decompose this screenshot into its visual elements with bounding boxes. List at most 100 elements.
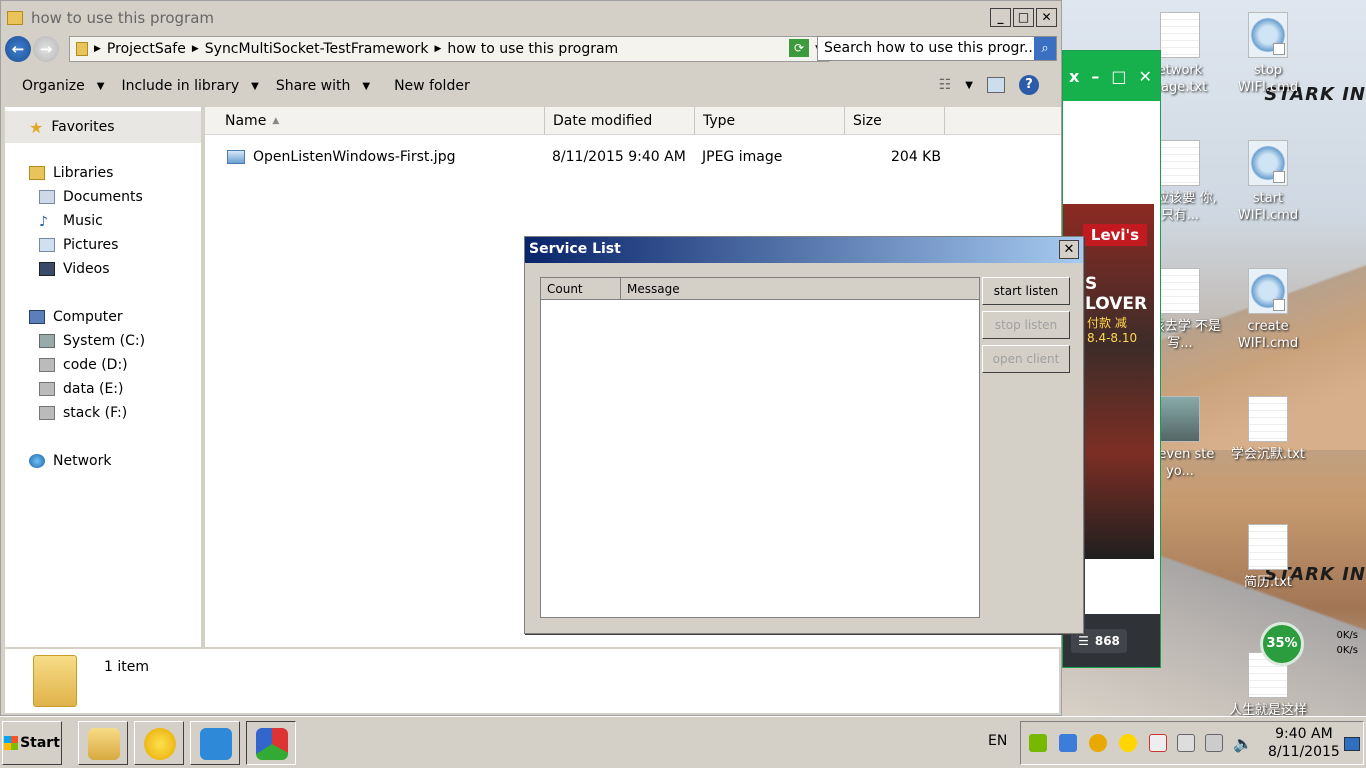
minimize-icon[interactable]: – xyxy=(1091,67,1099,86)
chevron-right-icon[interactable]: ▶ xyxy=(94,44,101,54)
forward-button[interactable]: → xyxy=(33,36,59,62)
view-options-icon[interactable]: ☷ xyxy=(939,77,952,93)
ad-brand: Levi's xyxy=(1083,224,1147,246)
show-desktop-icon[interactable] xyxy=(1344,737,1360,751)
nav-label: Libraries xyxy=(53,165,114,181)
share-with-button[interactable]: Share with ▼ xyxy=(276,78,370,94)
nav-drive-e[interactable]: data (E:) xyxy=(39,381,123,397)
qq-icon[interactable] xyxy=(1059,734,1077,752)
dialog-close-button[interactable]: ✕ xyxy=(1059,240,1079,259)
folder-icon xyxy=(76,42,88,56)
nav-label: stack (F:) xyxy=(63,405,128,421)
start-listen-button[interactable]: start listen xyxy=(982,277,1070,305)
clock-time: 9:40 AM xyxy=(1275,726,1333,742)
minimize-button[interactable]: _ xyxy=(990,8,1011,27)
taskbar-music-app[interactable] xyxy=(134,721,184,765)
nav-label: Pictures xyxy=(63,237,119,253)
back-button[interactable]: ← xyxy=(5,36,31,62)
command-bar: Organize ▼ Include in library ▼ Share with… xyxy=(5,69,1059,103)
nav-drive-f[interactable]: stack (F:) xyxy=(39,405,127,421)
libraries-icon xyxy=(29,166,45,180)
column-header-message[interactable]: Message xyxy=(621,278,979,300)
nav-network[interactable]: Network xyxy=(29,453,111,469)
maximize-icon[interactable]: □ xyxy=(1111,67,1126,86)
taskbar-mfc-app[interactable] xyxy=(246,721,296,765)
address-bar[interactable]: ▶ ProjectSafe ▶ SyncMultiSocket-TestFram… xyxy=(69,36,829,62)
navigation-pane: ★ Favorites Libraries Documents ♪ Music … xyxy=(5,107,201,647)
desktop-icon-start-wifi[interactable]: start WIFI.cmd xyxy=(1226,140,1310,224)
chevron-down-icon: ▼ xyxy=(362,80,371,92)
maximize-button[interactable]: □ xyxy=(1013,8,1034,27)
help-icon[interactable]: ? xyxy=(1019,75,1039,95)
column-header-date[interactable]: Date modified xyxy=(545,107,695,135)
close-icon[interactable]: ✕ xyxy=(1138,67,1151,86)
breadcrumb-item[interactable]: ProjectSafe xyxy=(107,41,186,57)
column-label: Type xyxy=(703,112,736,129)
taskbar-explorer[interactable] xyxy=(78,721,128,765)
file-type: JPEG image xyxy=(702,149,783,165)
view-controls: ☷ ▼ ? xyxy=(939,75,1039,95)
open-client-button[interactable]: open client xyxy=(982,345,1070,373)
nav-computer[interactable]: Computer xyxy=(29,309,123,325)
explorer-titlebar[interactable]: how to use this program xyxy=(1,1,1061,35)
column-header-type[interactable]: Type xyxy=(695,107,845,135)
nav-drive-c[interactable]: System (C:) xyxy=(39,333,145,349)
column-header-empty xyxy=(945,107,1061,135)
nav-music[interactable]: ♪ Music xyxy=(39,213,103,230)
desktop-icon-stop-wifi[interactable]: stop WIFI.cmd xyxy=(1226,12,1310,96)
search-icon[interactable]: ⌕ xyxy=(1034,37,1056,60)
network-speed-widget[interactable]: 35% 0K/s 0K/s xyxy=(1260,622,1364,666)
security-icon[interactable] xyxy=(1089,734,1107,752)
nav-drive-d[interactable]: code (D:) xyxy=(39,357,128,373)
file-size: 204 KB xyxy=(891,149,941,165)
file-row[interactable]: OpenListenWindows-First.jpg 8/11/2015 9:… xyxy=(205,147,965,167)
power-icon[interactable] xyxy=(1149,734,1167,752)
breadcrumb-item[interactable]: SyncMultiSocket-TestFramework xyxy=(205,41,429,57)
dialog-titlebar[interactable]: Service List xyxy=(525,237,1083,263)
nvidia-icon[interactable] xyxy=(1029,734,1047,752)
drive-icon xyxy=(39,358,55,372)
preview-pane-icon[interactable] xyxy=(987,77,1005,93)
usb-icon[interactable] xyxy=(1177,734,1195,752)
file-name: OpenListenWindows-First.jpg xyxy=(253,149,456,165)
nav-documents[interactable]: Documents xyxy=(39,189,143,205)
refresh-icon[interactable]: ⟳ xyxy=(789,39,809,57)
drive-icon xyxy=(39,382,55,396)
desktop-icon-label: create WIFI.cmd xyxy=(1237,319,1299,351)
service-list-view[interactable]: Count Message xyxy=(540,277,980,618)
close-button[interactable]: ✕ xyxy=(1036,8,1057,27)
column-header-count[interactable]: Count xyxy=(541,278,621,300)
taskbar-browser[interactable] xyxy=(190,721,240,765)
desktop-icon-txt[interactable]: 学会沉默.txt xyxy=(1226,396,1310,463)
include-in-library-button[interactable]: Include in library ▼ xyxy=(121,78,258,94)
desktop-icon-resume[interactable]: 简历.txt xyxy=(1226,524,1310,591)
chevron-down-icon[interactable]: ▼ xyxy=(965,80,973,91)
new-folder-button[interactable]: New folder xyxy=(394,78,470,94)
menu-icon[interactable]: x xyxy=(1069,67,1079,86)
chevron-right-icon[interactable]: ▶ xyxy=(434,44,441,54)
nav-videos[interactable]: Videos xyxy=(39,261,110,277)
search-input[interactable]: Search how to use this progr... ⌕ xyxy=(817,36,1057,61)
clock[interactable]: 9:40 AM 8/11/2015 xyxy=(1268,725,1340,761)
text-file-icon xyxy=(1160,268,1200,314)
clock-date: 8/11/2015 xyxy=(1268,744,1340,760)
column-header-size[interactable]: Size xyxy=(845,107,945,135)
column-header-name[interactable]: Name ▲ xyxy=(205,107,545,135)
nav-label: Videos xyxy=(63,261,110,277)
chevron-right-icon[interactable]: ▶ xyxy=(192,44,199,54)
breadcrumb-item[interactable]: how to use this program xyxy=(447,41,618,57)
language-indicator[interactable]: EN xyxy=(988,733,1007,749)
count-badge-value: 868 xyxy=(1094,634,1120,648)
folder-icon xyxy=(7,11,23,25)
add-icon[interactable] xyxy=(1119,734,1137,752)
nav-pictures[interactable]: Pictures xyxy=(39,237,118,253)
start-button[interactable]: Start xyxy=(2,721,62,765)
nav-libraries[interactable]: Libraries xyxy=(29,165,113,181)
nav-favorites[interactable]: ★ Favorites xyxy=(5,111,201,143)
volume-icon[interactable]: 🔈 xyxy=(1233,734,1253,753)
network-tray-icon[interactable] xyxy=(1205,734,1223,752)
desktop-icon-create-wifi[interactable]: create WIFI.cmd xyxy=(1226,268,1310,352)
stop-listen-button[interactable]: stop listen xyxy=(982,311,1070,339)
organize-button[interactable]: Organize ▼ xyxy=(22,78,104,94)
nav-label: System (C:) xyxy=(63,333,146,349)
